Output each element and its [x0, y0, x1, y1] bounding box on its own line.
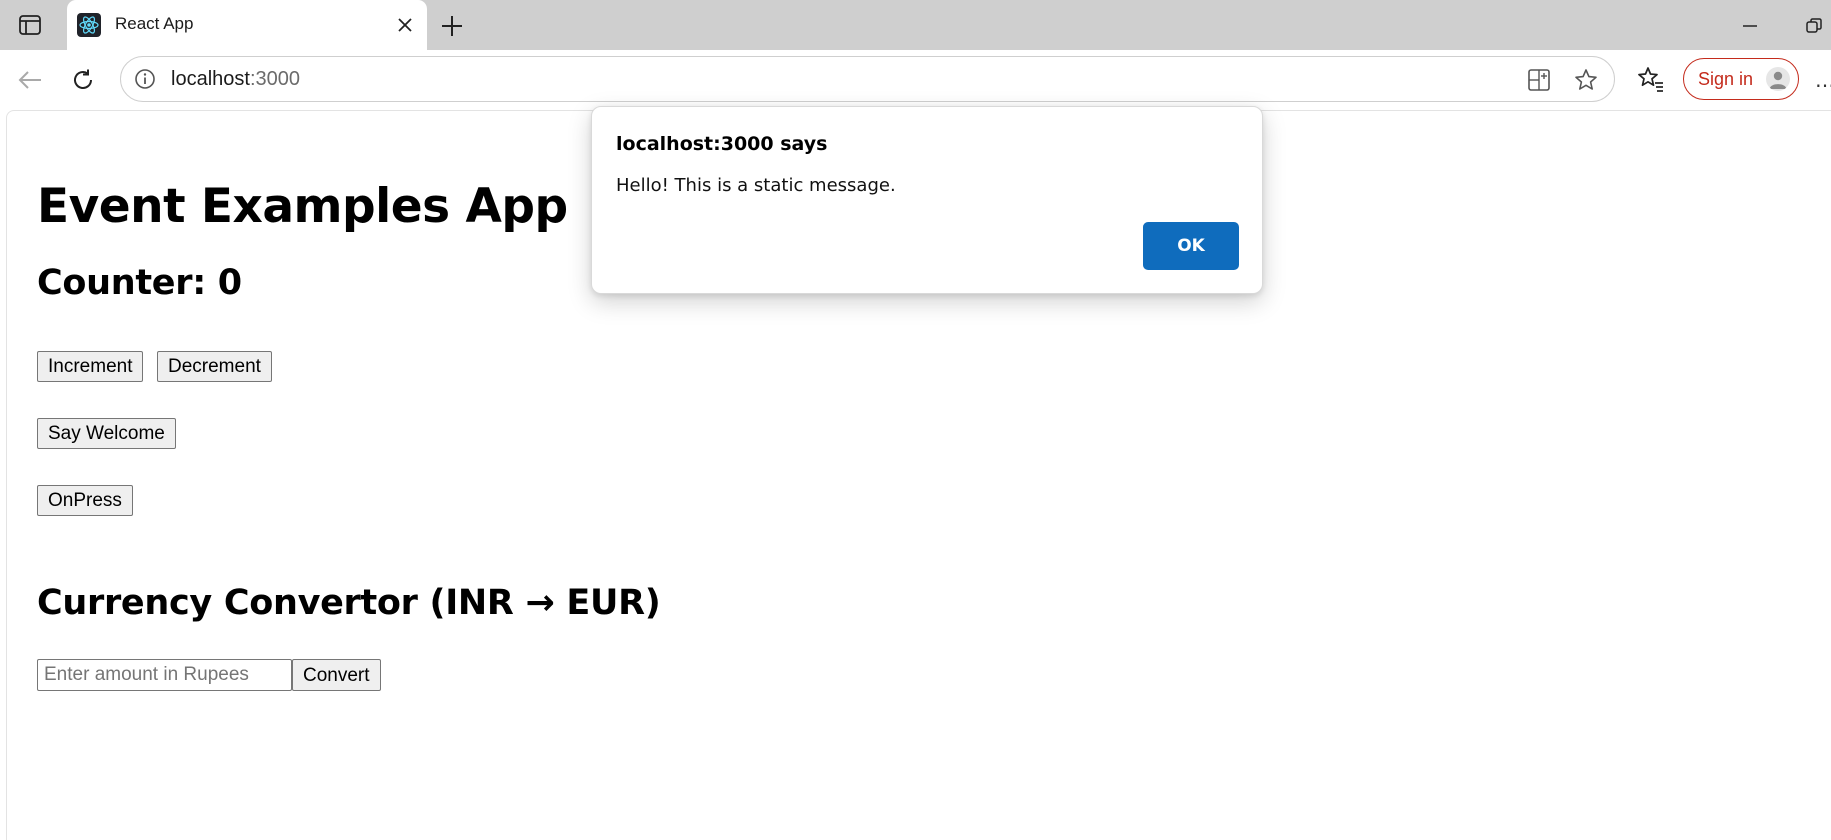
tab-title: React App [115, 14, 194, 33]
back-arrow-icon [18, 71, 41, 89]
onpress-button[interactable]: OnPress [37, 485, 133, 516]
minimize-window-button[interactable] [1736, 14, 1764, 38]
apps-add-icon [1528, 69, 1550, 91]
browser-toolbar: localhost:3000 Sign in [0, 50, 1831, 110]
reload-icon [74, 69, 92, 89]
url-port: :3000 [249, 68, 300, 90]
active-tab[interactable]: React App [67, 0, 427, 50]
app-available-button[interactable] [1526, 67, 1552, 93]
url-text: localhost:3000 [171, 68, 300, 91]
profile-avatar-icon [1766, 67, 1790, 91]
react-logo-icon [77, 13, 101, 37]
url-host: localhost [171, 68, 250, 90]
back-button[interactable] [14, 64, 46, 96]
address-bar[interactable]: localhost:3000 [120, 56, 1615, 102]
close-icon [398, 18, 412, 32]
tab-strip: React App [0, 0, 1831, 50]
page-title: Event Examples App [37, 179, 568, 234]
info-icon [135, 69, 155, 89]
counter-heading: Counter: 0 [37, 263, 242, 303]
alert-dialog: localhost:3000 says Hello! This is a sta… [591, 106, 1263, 294]
plus-icon [442, 16, 462, 36]
increment-button[interactable]: Increment [37, 351, 144, 382]
minimize-icon [1743, 25, 1757, 27]
say-welcome-button[interactable]: Say Welcome [37, 418, 176, 449]
favorites-button[interactable] [1636, 64, 1666, 94]
more-menu-button[interactable]: … [1815, 68, 1831, 90]
sign-in-label: Sign in [1698, 69, 1754, 89]
sign-in-button[interactable]: Sign in [1683, 58, 1799, 100]
sidebar-tabs-icon [19, 15, 41, 35]
alert-message: Hello! This is a static message. [616, 175, 896, 196]
convert-button[interactable]: Convert [292, 659, 381, 691]
star-icon [1575, 69, 1597, 90]
reload-button[interactable] [67, 64, 99, 96]
amount-input[interactable] [37, 659, 292, 691]
tab-actions-button[interactable] [12, 12, 48, 38]
ok-button[interactable]: OK [1143, 222, 1239, 270]
restore-icon [1806, 18, 1822, 33]
decrement-button[interactable]: Decrement [157, 351, 272, 382]
close-tab-button[interactable] [395, 15, 415, 35]
currency-heading: Currency Convertor (INR → EUR) [37, 583, 661, 623]
favorites-star-list-icon [1638, 67, 1663, 92]
add-favorite-button[interactable] [1573, 67, 1599, 93]
new-tab-button[interactable] [438, 12, 466, 40]
alert-title: localhost:3000 says [616, 133, 828, 155]
site-info-button[interactable] [133, 67, 157, 91]
restore-window-button[interactable] [1800, 14, 1828, 38]
